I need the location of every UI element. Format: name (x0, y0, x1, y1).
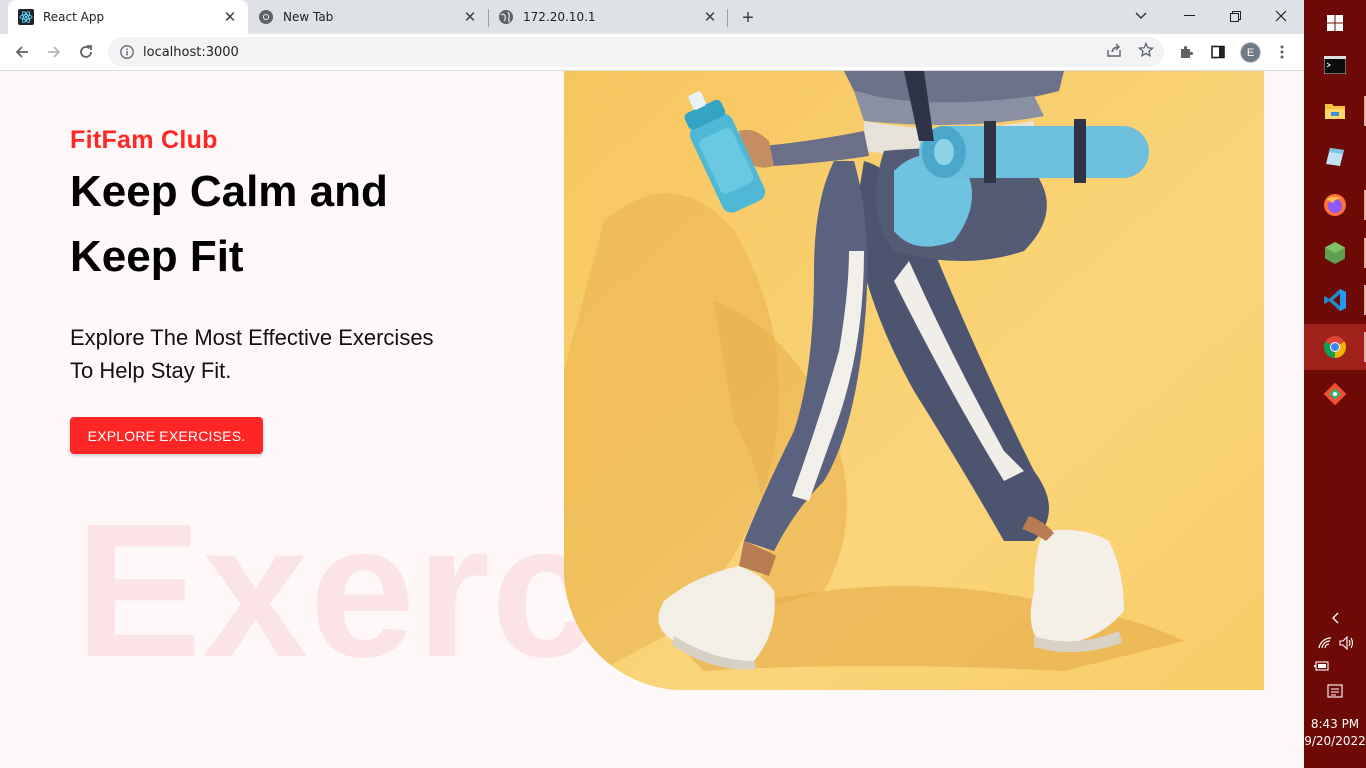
back-button[interactable] (8, 38, 36, 66)
volume-icon[interactable] (1316, 634, 1366, 652)
tab-title: 172.20.10.1 (523, 10, 596, 24)
nodejs-icon[interactable] (1304, 230, 1366, 276)
tab-new-tab[interactable]: New Tab ✕ (248, 0, 488, 34)
system-clock[interactable]: 8:43 PM 9/20/2022 (1304, 716, 1366, 750)
browser-toolbar: localhost:3000 E (0, 34, 1304, 71)
subtitle-line-1: Explore The Most Effective Exercises (70, 325, 434, 350)
subtitle-line-2: To Help Stay Fit. (70, 358, 232, 383)
close-tab-icon[interactable]: ✕ (222, 9, 238, 26)
show-hidden-icons-chevron-icon[interactable] (1304, 609, 1366, 627)
reload-button[interactable] (72, 38, 100, 66)
tab-search-button[interactable] (1118, 0, 1164, 32)
brand-title: FitFam Club (70, 126, 218, 154)
tab-title: New Tab (283, 10, 334, 24)
windows-start-icon[interactable] (1304, 0, 1366, 46)
forward-button[interactable] (40, 38, 68, 66)
clock-date: 9/20/2022 (1304, 734, 1366, 748)
close-tab-icon[interactable]: ✕ (702, 9, 718, 26)
share-icon[interactable] (1105, 41, 1123, 59)
tab-strip: React App ✕ New Tab ✕ 172.20.10.1 ✕ + (0, 0, 1304, 34)
side-panel-icon[interactable] (1208, 42, 1228, 62)
terminal-icon[interactable] (1304, 42, 1366, 88)
bookmark-star-icon[interactable] (1137, 41, 1155, 59)
react-icon (18, 9, 34, 25)
restore-button[interactable] (1212, 0, 1258, 32)
close-tab-icon[interactable]: ✕ (462, 9, 478, 26)
browser-window: React App ✕ New Tab ✕ 172.20.10.1 ✕ + lo… (0, 0, 1304, 768)
extensions-puzzle-icon[interactable] (1176, 42, 1196, 62)
vscode-icon[interactable] (1304, 277, 1366, 323)
address-bar[interactable]: localhost:3000 (108, 37, 1164, 67)
notes-icon[interactable] (1304, 134, 1366, 180)
firefox-icon[interactable] (1304, 182, 1366, 228)
page-viewport: Exercise FitFam Club Keep Calm and Keep … (0, 71, 1304, 768)
minimize-button[interactable] (1166, 0, 1212, 32)
site-info-icon[interactable] (119, 44, 135, 60)
hero-headline: Keep Calm and Keep Fit (70, 159, 490, 289)
clock-time: 8:43 PM (1310, 717, 1360, 731)
notifications-icon[interactable] (1304, 682, 1366, 702)
tab-ip-address[interactable]: 172.20.10.1 ✕ (488, 0, 728, 34)
git-icon[interactable] (1304, 371, 1366, 417)
file-explorer-icon[interactable] (1304, 88, 1366, 134)
windows-taskbar: 8:43 PM 9/20/2022 (1304, 0, 1366, 768)
headline-line-2: Keep Fit (70, 232, 244, 281)
tab-separator (727, 9, 728, 27)
tab-react-app[interactable]: React App ✕ (8, 0, 248, 34)
hero-subtitle: Explore The Most Effective Exercises To … (70, 321, 490, 387)
hero-illustration (564, 71, 1264, 690)
chrome-icon (258, 9, 274, 25)
battery-icon[interactable] (1291, 658, 1353, 674)
url-text: localhost:3000 (143, 44, 239, 60)
new-tab-button[interactable]: + (736, 6, 760, 30)
tab-title: React App (43, 10, 105, 24)
profile-avatar[interactable]: E (1240, 42, 1261, 63)
explore-exercises-button[interactable]: EXPLORE EXERCISES. (70, 417, 263, 454)
globe-icon (498, 9, 514, 25)
more-menu-icon[interactable] (1272, 42, 1292, 62)
close-window-button[interactable] (1258, 0, 1304, 32)
hero-banner-image (564, 71, 1264, 690)
headline-line-1: Keep Calm and (70, 167, 388, 216)
chrome-icon[interactable] (1304, 324, 1366, 370)
